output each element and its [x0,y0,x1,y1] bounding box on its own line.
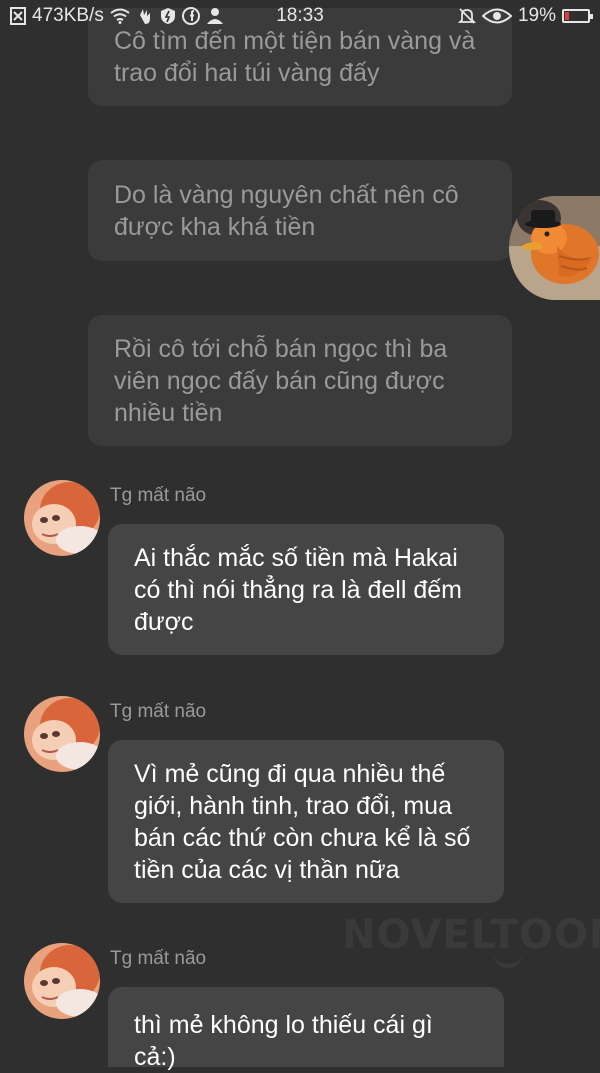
sender-name: Tg mất não [110,485,207,506]
doll-avatar-icon [24,943,100,1019]
message-bubble[interactable]: thì mẻ không lo thiếu cái gì cả:) [108,987,504,1071]
status-left: 473KB/s [10,5,224,27]
eye-icon [481,7,512,25]
message-text: Rồi cô tới chỗ bán ngọc thì ba viên ngọc… [114,334,448,427]
message-bubble[interactable]: Vì mẻ cũng đi qua nhiều thế giới, hành t… [108,740,504,903]
wifi-icon [110,8,130,24]
battery-outline [562,9,593,23]
message-text: thì mẻ không lo thiếu cái gì cả:) [134,1011,433,1071]
message-text: Ai thắc mắc số tiền mà Hakai có thì nói … [134,543,462,636]
narrator-avatar[interactable] [509,196,600,300]
duck-avatar-icon [509,196,600,300]
network-speed: 473KB/s [32,5,104,26]
watermark-smile-icon [493,950,523,968]
message-bubble[interactable]: Do là vàng nguyên chất nên cô được kha k… [88,160,512,261]
doll-avatar-icon [24,696,100,772]
clock: 18:33 [276,5,324,26]
doll-avatar-icon [24,480,100,556]
sender-name: Tg mất não [110,701,207,722]
message-bubble[interactable]: Ai thắc mắc số tiền mà Hakai có thì nói … [108,524,504,655]
author-avatar[interactable] [24,943,100,1019]
message-text: Cô tìm đến một tiện bán vàng và trao đổi… [114,27,476,87]
battery-icon [562,9,593,23]
sender-name: Tg mất não [110,948,207,969]
battery-percent: 19% [517,5,556,26]
person-icon [206,7,224,25]
watermark: NOVELTOON [342,912,600,958]
battery-fill [565,12,569,20]
author-avatar[interactable] [24,480,100,556]
status-bar: 473KB/s 18:33 19% [0,0,600,32]
notification-box-icon [10,7,26,25]
hand-icon [136,7,154,25]
bell-off-icon [457,7,476,25]
status-right: 19% [457,5,593,27]
message-bubble[interactable]: Rồi cô tới chỗ bán ngọc thì ba viên ngọc… [88,315,512,446]
message-text: Do là vàng nguyên chất nên cô được kha k… [114,180,459,241]
message-text: Vì mẻ cũng đi qua nhiều thế giới, hành t… [134,759,471,884]
shield-icon [160,7,176,25]
facebook-icon [181,7,200,25]
author-avatar[interactable] [24,696,100,772]
